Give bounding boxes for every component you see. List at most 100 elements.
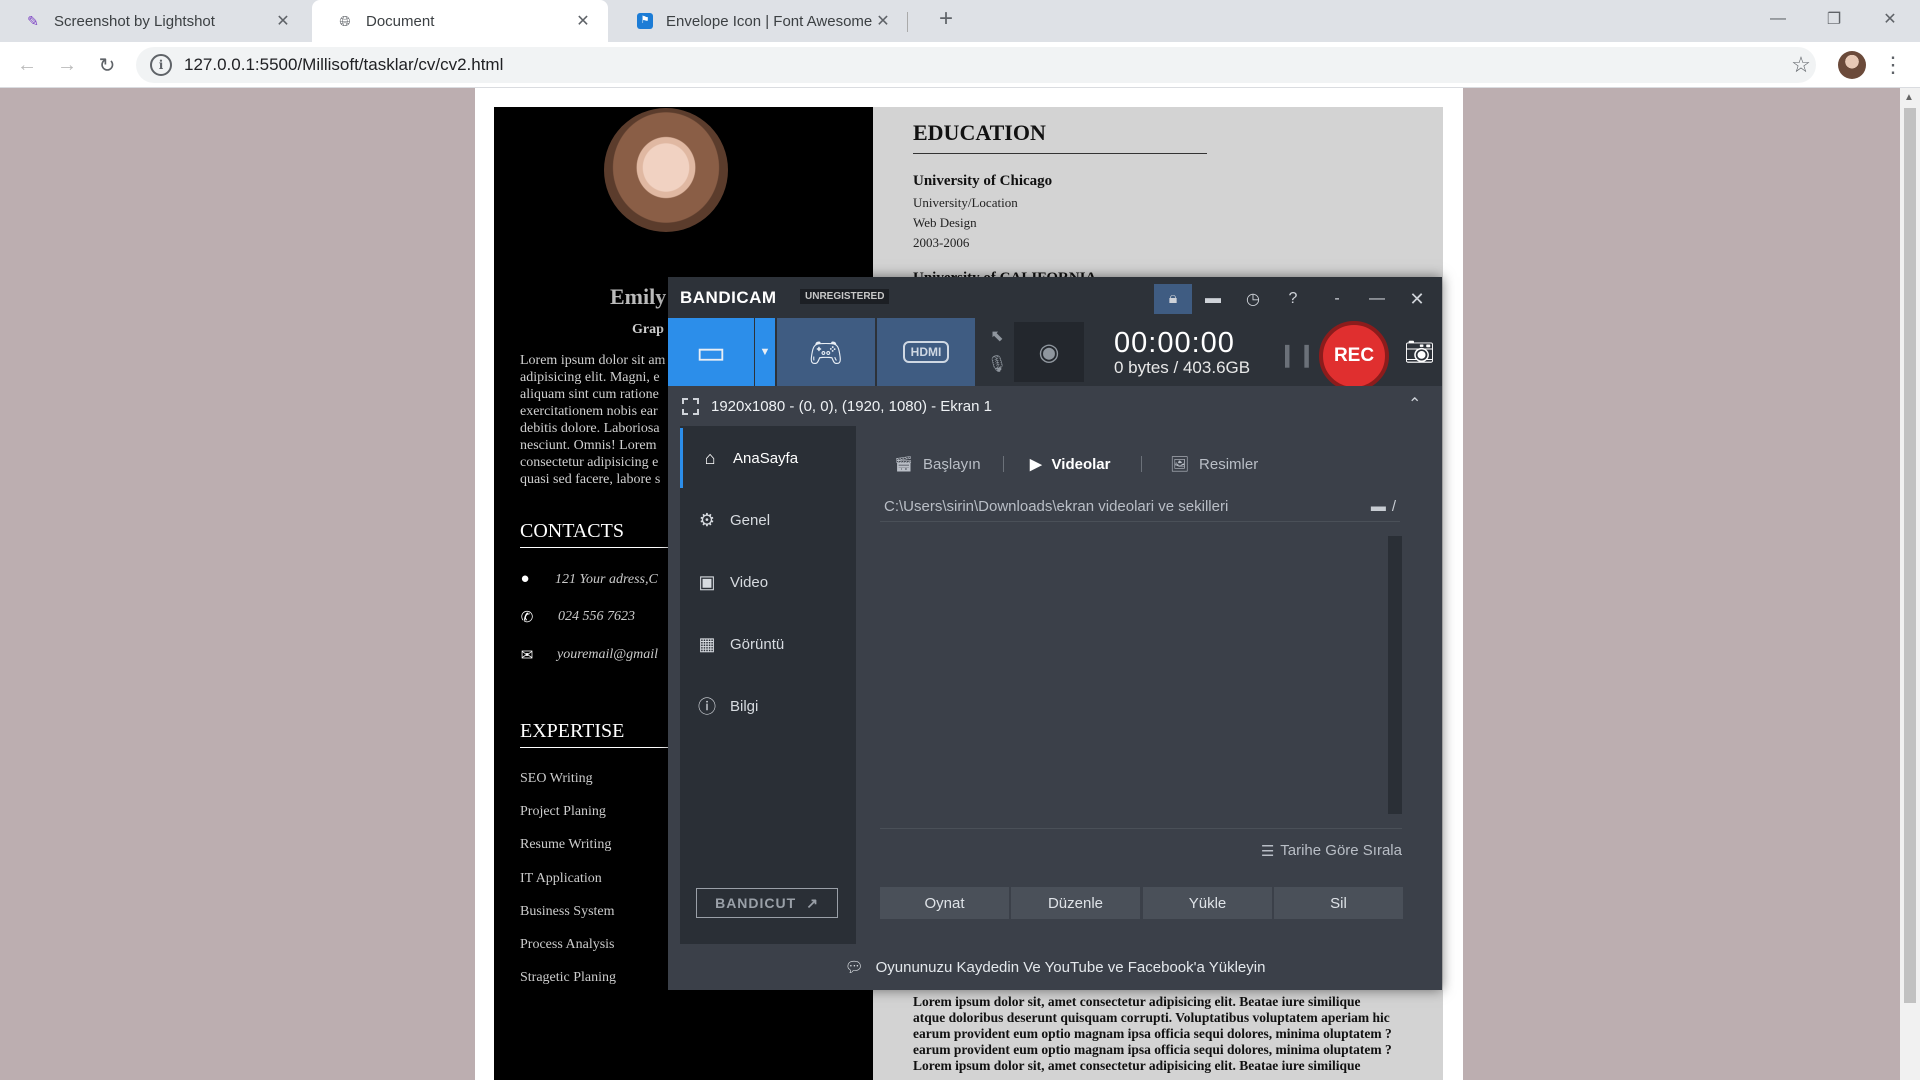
forward-icon[interactable]: →: [52, 50, 82, 80]
chat-icon: 💬︎: [844, 959, 864, 976]
webcam-icon: ◉: [1038, 338, 1060, 366]
sort-by-date[interactable]: ☰ Tarihe Göre Sırala: [880, 828, 1402, 872]
expertise-item: IT Application: [520, 871, 602, 886]
new-tab-button[interactable]: +: [918, 0, 974, 38]
restore-button[interactable]: ❐: [1806, 0, 1862, 38]
reload-icon[interactable]: ↻: [92, 50, 122, 80]
bandicam-footer[interactable]: 💬︎ Oyununuzu Kaydedin Ve YouTube ve Faceb…: [668, 944, 1442, 990]
sidebar-item-image[interactable]: ▦ Görüntü: [680, 614, 856, 674]
pause-icon[interactable]: ❙❙: [1278, 342, 1317, 368]
edit-button[interactable]: Düzenle: [1011, 887, 1140, 919]
scroll-thumb[interactable]: [1904, 108, 1916, 1003]
text-line: Lorem ipsum dolor sit, amet consectetur …: [913, 994, 1361, 1009]
webcam-button[interactable]: ◉: [1014, 322, 1084, 382]
sidebar-item-label: Video: [730, 573, 769, 591]
monitor-icon: ▭: [695, 334, 727, 370]
cv-bottom-text: Lorem ipsum dolor sit, amet consectetur …: [913, 994, 1413, 1074]
expertise-item: Stragetic Planing: [520, 970, 617, 985]
lock-icon[interactable]: 🔒︎: [1154, 284, 1192, 314]
rec-button[interactable]: REC: [1319, 321, 1389, 391]
home-icon: ⌂: [704, 447, 716, 468]
record-size: 0 bytes / 403.6GB: [1114, 358, 1251, 377]
star-icon[interactable]: ☆: [1786, 50, 1816, 80]
scroll-up-icon[interactable]: ▲: [1904, 92, 1914, 103]
sidebar-item-label: AnaSayfa: [733, 449, 799, 467]
cv-about: Lorem ipsum dolor sit am adipisicing eli…: [520, 353, 666, 487]
contact-phone: 024 556 7623: [558, 609, 635, 624]
bandicam-close-button[interactable]: ✕: [1398, 284, 1436, 314]
play-button[interactable]: Oynat: [880, 887, 1009, 919]
address-bar[interactable]: i 127.0.0.1:5500/Millisoft/tasklar/cv/cv…: [136, 47, 1816, 83]
path-text: C:\Users\sirin\Downloads\ekran videolari…: [884, 498, 1229, 515]
expertise-heading: EXPERTISE: [520, 720, 625, 742]
sidebar-item-home[interactable]: ⌂ AnaSayfa: [680, 428, 856, 488]
game-mode-button[interactable]: 🎮︎: [777, 318, 875, 386]
education-location: University/Location: [913, 195, 1018, 210]
sidebar-item-label: Genel: [730, 511, 771, 529]
minimize-button[interactable]: —: [1750, 0, 1806, 38]
bandicam-minimize-button[interactable]: —: [1358, 284, 1396, 314]
list-icon: ☰: [1260, 842, 1275, 860]
chevron-down-icon: ▼: [759, 346, 771, 358]
unregistered-badge: UNREGISTERED: [800, 289, 890, 304]
close-tab-icon[interactable]: ✕: [574, 11, 592, 31]
tab-divider: [1141, 456, 1142, 472]
tab-document[interactable]: 🌐︎ Document ✕: [312, 0, 608, 42]
close-window-button[interactable]: ✕: [1862, 0, 1918, 38]
screen-mode-button[interactable]: ▭: [668, 318, 754, 386]
text-line: earum provident eum optio magnam ipsa of…: [913, 1026, 1392, 1041]
video-settings-icon: ▣: [698, 571, 716, 592]
upload-button[interactable]: Yükle: [1143, 887, 1272, 919]
help-icon[interactable]: ?: [1274, 284, 1312, 314]
camera-icon[interactable]: 📷︎: [1404, 338, 1434, 367]
delete-button[interactable]: Sil: [1274, 887, 1403, 919]
cv-role: Grap: [632, 322, 664, 337]
tab-getting-started[interactable]: 🎬︎ Başlayın: [894, 452, 981, 476]
folder-icon[interactable]: ▬: [1194, 284, 1232, 314]
contacts-divider: [520, 547, 668, 548]
sidebar-item-general[interactable]: ⚙ Genel: [680, 490, 856, 550]
profile-avatar[interactable]: [1838, 51, 1866, 79]
sort-label: Tarihe Göre Sırala: [1280, 842, 1402, 859]
close-tab-icon[interactable]: ✕: [874, 11, 892, 31]
video-list[interactable]: [880, 536, 1386, 816]
external-link-icon: ↗: [806, 894, 819, 911]
education-heading: EDUCATION: [913, 120, 1046, 145]
capture-area-icon: [682, 398, 699, 415]
expertise-item: SEO Writing: [520, 771, 593, 786]
sidebar-item-info[interactable]: ⓘ Bilgi: [680, 676, 856, 736]
education-divider: [913, 153, 1207, 154]
close-tab-icon[interactable]: ✕: [274, 11, 292, 31]
chevron-up-icon[interactable]: ⌃: [1408, 394, 1421, 414]
back-icon[interactable]: ←: [12, 50, 42, 80]
envelope-icon: ✉: [520, 647, 534, 664]
cursor-icon[interactable]: ⬉: [982, 326, 1012, 350]
menu-dots-icon[interactable]: ⋮: [1878, 50, 1908, 80]
bandicut-button[interactable]: BANDICUT ↗: [696, 888, 838, 918]
tab-divider: [1003, 456, 1004, 472]
sidebar-item-video[interactable]: ▣ Video: [680, 552, 856, 612]
tab-images[interactable]: 🖼︎ Resimler: [1170, 452, 1258, 476]
folder-icon[interactable]: ▬: [1371, 498, 1386, 515]
map-marker-icon: ●: [520, 570, 530, 587]
image-settings-icon: ▦: [698, 633, 716, 654]
microphone-icon[interactable]: 🎙︎: [982, 354, 1012, 378]
tab-label: Resimler: [1199, 455, 1259, 473]
tab-videos[interactable]: ▶ Videolar: [1030, 452, 1110, 476]
video-list-scrollbar[interactable]: [1388, 536, 1402, 814]
device-mode-button[interactable]: HDMI: [877, 318, 975, 386]
info-icon: ⓘ: [698, 697, 716, 717]
education-field: Web Design: [913, 215, 977, 230]
tab-lightshot[interactable]: ✎ Screenshot by Lightshot ✕: [0, 0, 308, 42]
contact-address: 121 Your adress,C: [555, 572, 658, 587]
tab-divider: [907, 12, 908, 32]
tab-font-awesome[interactable]: ⚑ Envelope Icon | Font Awesome ✕: [612, 0, 908, 42]
output-folder-path[interactable]: C:\Users\sirin\Downloads\ekran videolari…: [880, 492, 1400, 522]
screen-mode-dropdown[interactable]: ▼: [755, 318, 775, 386]
clock-icon[interactable]: ◷: [1234, 284, 1272, 314]
info-icon[interactable]: i: [150, 54, 172, 76]
sidebar-item-label: Bilgi: [730, 697, 759, 715]
cv-name: Emily: [610, 284, 667, 309]
expertise-item: Business System: [520, 904, 615, 919]
bandicam-collapse-button[interactable]: -: [1318, 284, 1356, 314]
